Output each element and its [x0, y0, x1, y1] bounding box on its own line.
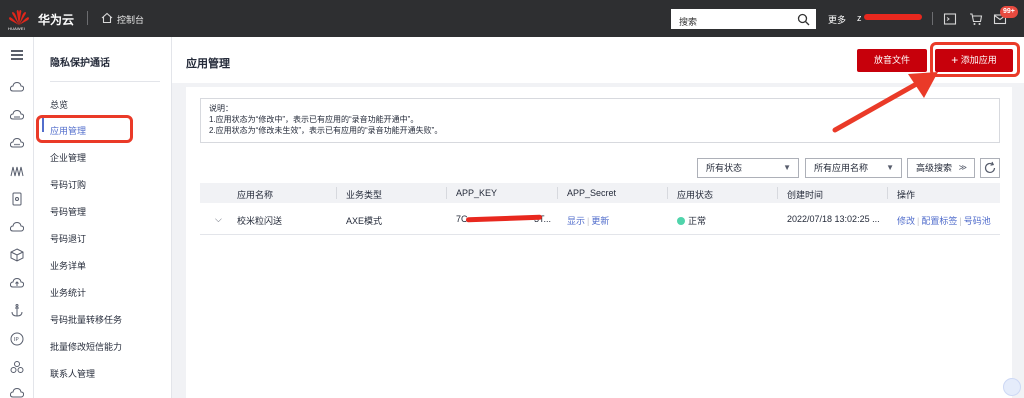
sidebar-item-number-management[interactable]: 号码管理: [50, 205, 86, 218]
col-separator: [557, 187, 558, 199]
refresh-button[interactable]: [980, 158, 1000, 178]
service-type-cell: AXE模式: [346, 216, 383, 226]
terminal-icon[interactable]: [943, 12, 957, 26]
table-row[interactable]: ⌵ 校米粒闪送 AXE模式 7C 3T... 显示 | 更新 正常 2022/07/…: [200, 203, 1000, 235]
col-separator: [777, 187, 778, 199]
search-placeholder: 搜索: [679, 17, 698, 27]
app-secret-cell: 显示 | 更新: [567, 214, 609, 227]
app-name-cell: 校米粒闪送: [237, 216, 283, 226]
col-app-status: 应用状态: [677, 190, 714, 200]
status-text: 正常: [688, 216, 707, 226]
search-input[interactable]: 搜索: [671, 9, 816, 29]
col-created-time: 创建时间: [787, 190, 824, 200]
anchor-icon[interactable]: [9, 303, 25, 319]
page-title: 应用管理: [186, 58, 230, 70]
ip-icon[interactable]: IP: [9, 331, 25, 347]
expand-chevron-icon[interactable]: ⌵: [215, 214, 222, 225]
logo-text: HUAWEI: [8, 26, 26, 31]
storage-icon[interactable]: [9, 191, 25, 207]
cloud-upload-icon[interactable]: [9, 275, 25, 291]
chevron-down-icon: ▼: [886, 163, 894, 172]
network-icon[interactable]: [9, 163, 25, 179]
table-header: 应用名称 业务类型 APP_KEY APP_Secret 应用状态 创建时间 操…: [200, 183, 1000, 203]
app-name-filter-select[interactable]: 所有应用名称 ▼: [805, 158, 902, 178]
sidebar-item-overview[interactable]: 总览: [50, 98, 68, 111]
notification-badge: 99+: [1000, 6, 1018, 18]
col-separator: [336, 187, 337, 199]
service-sidebar: 隐私保护通话 总览 应用管理 企业管理 号码订购 号码管理 号码退订 业务详单 …: [34, 37, 172, 398]
divider: [50, 81, 160, 82]
config-tag-link[interactable]: 配置标签: [921, 216, 957, 226]
svg-text:IP: IP: [14, 337, 20, 343]
update-secret-link[interactable]: 更新: [591, 216, 609, 226]
cloud-service-icon[interactable]: [9, 219, 25, 235]
link-separator: |: [959, 216, 962, 226]
sidebar-item-number-unsubscribe[interactable]: 号码退订: [50, 232, 86, 245]
edit-link[interactable]: 修改: [897, 216, 915, 226]
link-separator: |: [587, 216, 590, 226]
status-filter-value: 所有状态: [706, 163, 743, 173]
link-separator: |: [917, 216, 920, 226]
console-link[interactable]: 控制台: [117, 13, 144, 26]
number-pool-link[interactable]: 号码池: [964, 216, 991, 226]
show-secret-link[interactable]: 显示: [567, 216, 585, 226]
user-account[interactable]: z: [857, 13, 862, 23]
col-app-name: 应用名称: [237, 190, 274, 200]
help-assistant-icon[interactable]: [1003, 378, 1021, 396]
cloud-server-icon[interactable]: [9, 79, 25, 95]
annotation-arrow-icon: [832, 72, 938, 133]
col-service-type: 业务类型: [346, 190, 383, 200]
cart-icon[interactable]: [969, 12, 983, 26]
sidebar-item-batch-transfer[interactable]: 号码批量转移任务: [50, 313, 122, 326]
status-ok-icon: [677, 217, 685, 225]
divider: [932, 12, 933, 25]
service-icon-rail: IP: [0, 37, 34, 398]
sidebar-item-enterprise-management[interactable]: 企业管理: [50, 151, 86, 164]
actions-cell: 修改 | 配置标签 | 号码池: [897, 214, 991, 227]
home-icon[interactable]: [101, 12, 113, 24]
cloud-icon[interactable]: [9, 107, 25, 123]
double-chevron-down-icon: ≫: [958, 163, 967, 172]
col-actions: 操作: [897, 190, 916, 200]
sidebar-item-batch-sms[interactable]: 批量修改短信能力: [50, 340, 122, 353]
col-separator: [446, 187, 447, 199]
container-icon[interactable]: [9, 247, 25, 263]
more-services-icon[interactable]: [9, 385, 25, 398]
advanced-search-label: 高级搜索: [916, 163, 953, 173]
advanced-search-button[interactable]: 高级搜索 ≫: [907, 158, 975, 178]
created-time-cell: 2022/07/18 13:02:25 ...: [787, 214, 880, 224]
menu-icon[interactable]: [9, 47, 25, 63]
search-icon[interactable]: [797, 13, 810, 26]
cluster-icon[interactable]: [9, 359, 25, 375]
redaction-mark: [465, 214, 543, 223]
divider: [87, 11, 88, 25]
service-title: 隐私保护通话: [50, 58, 110, 69]
col-app-secret: APP_Secret: [567, 188, 617, 198]
redaction-mark: [864, 14, 922, 20]
col-separator: [887, 187, 888, 199]
app-name-filter-value: 所有应用名称: [814, 163, 869, 173]
sidebar-item-call-records[interactable]: 业务详单: [50, 259, 86, 272]
top-nav-bar: HUAWEI 华为云 控制台 搜索 更多 z 99+: [0, 0, 1024, 37]
more-menu[interactable]: 更多: [828, 13, 846, 26]
status-filter-select[interactable]: 所有状态 ▼: [697, 158, 799, 178]
sidebar-item-contacts[interactable]: 联系人管理: [50, 367, 95, 380]
highlight-box-app-management: [36, 115, 133, 143]
database-icon[interactable]: [9, 135, 25, 151]
sidebar-item-number-order[interactable]: 号码订购: [50, 178, 86, 191]
brand-name[interactable]: 华为云: [38, 11, 74, 28]
sidebar-item-statistics[interactable]: 业务统计: [50, 286, 86, 299]
refresh-icon: [984, 161, 996, 174]
col-separator: [667, 187, 668, 199]
col-app-key: APP_KEY: [456, 188, 498, 198]
status-cell: 正常: [677, 214, 706, 227]
chevron-down-icon: ▼: [783, 163, 791, 172]
